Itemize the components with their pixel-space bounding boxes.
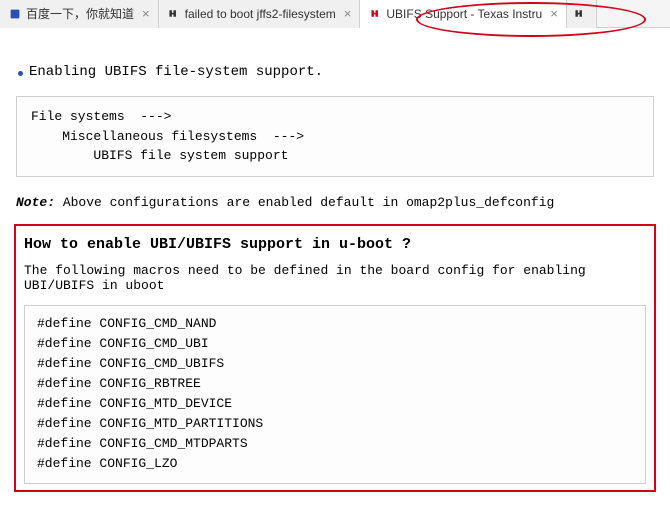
tab-jffs2[interactable]: failed to boot jffs2-filesystem × (159, 0, 361, 28)
tab-title: 百度一下，你就知道 (26, 5, 134, 22)
tab-baidu[interactable]: 百度一下，你就知道 × (0, 0, 159, 28)
note-text: Above configurations are enabled default… (55, 195, 554, 210)
menuconfig-code-block: File systems ---> Miscellaneous filesyst… (16, 96, 654, 177)
close-icon[interactable]: × (550, 6, 558, 21)
ti-icon (167, 7, 181, 21)
baidu-icon (8, 7, 22, 21)
uboot-heading: How to enable UBI/UBIFS support in u-boo… (24, 236, 646, 253)
ti-icon (573, 7, 587, 21)
highlight-red-box: How to enable UBI/UBIFS support in u-boo… (14, 224, 656, 492)
defines-code-block: #define CONFIG_CMD_NAND #define CONFIG_C… (24, 305, 646, 484)
tab-bar: 百度一下，你就知道 × failed to boot jffs2-filesys… (0, 0, 670, 28)
close-icon[interactable]: × (344, 6, 352, 21)
bullet-icon (18, 71, 23, 76)
bullet-item: Enabling UBIFS file-system support. (18, 64, 658, 80)
page-content: Enabling UBIFS file-system support. File… (0, 28, 670, 504)
ti-red-icon (368, 7, 382, 21)
tab-ubifs-active[interactable]: UBIFS Support - Texas Instru × (360, 0, 566, 28)
bullet-text: Enabling UBIFS file-system support. (29, 64, 323, 80)
tab-title: failed to boot jffs2-filesystem (185, 7, 336, 21)
note-line: Note: Above configurations are enabled d… (16, 195, 654, 210)
close-icon[interactable]: × (142, 6, 150, 21)
tab-extra[interactable] (567, 0, 597, 28)
tab-title: UBIFS Support - Texas Instru (386, 7, 542, 21)
note-label: Note: (16, 195, 55, 210)
uboot-para: The following macros need to be defined … (24, 263, 646, 293)
